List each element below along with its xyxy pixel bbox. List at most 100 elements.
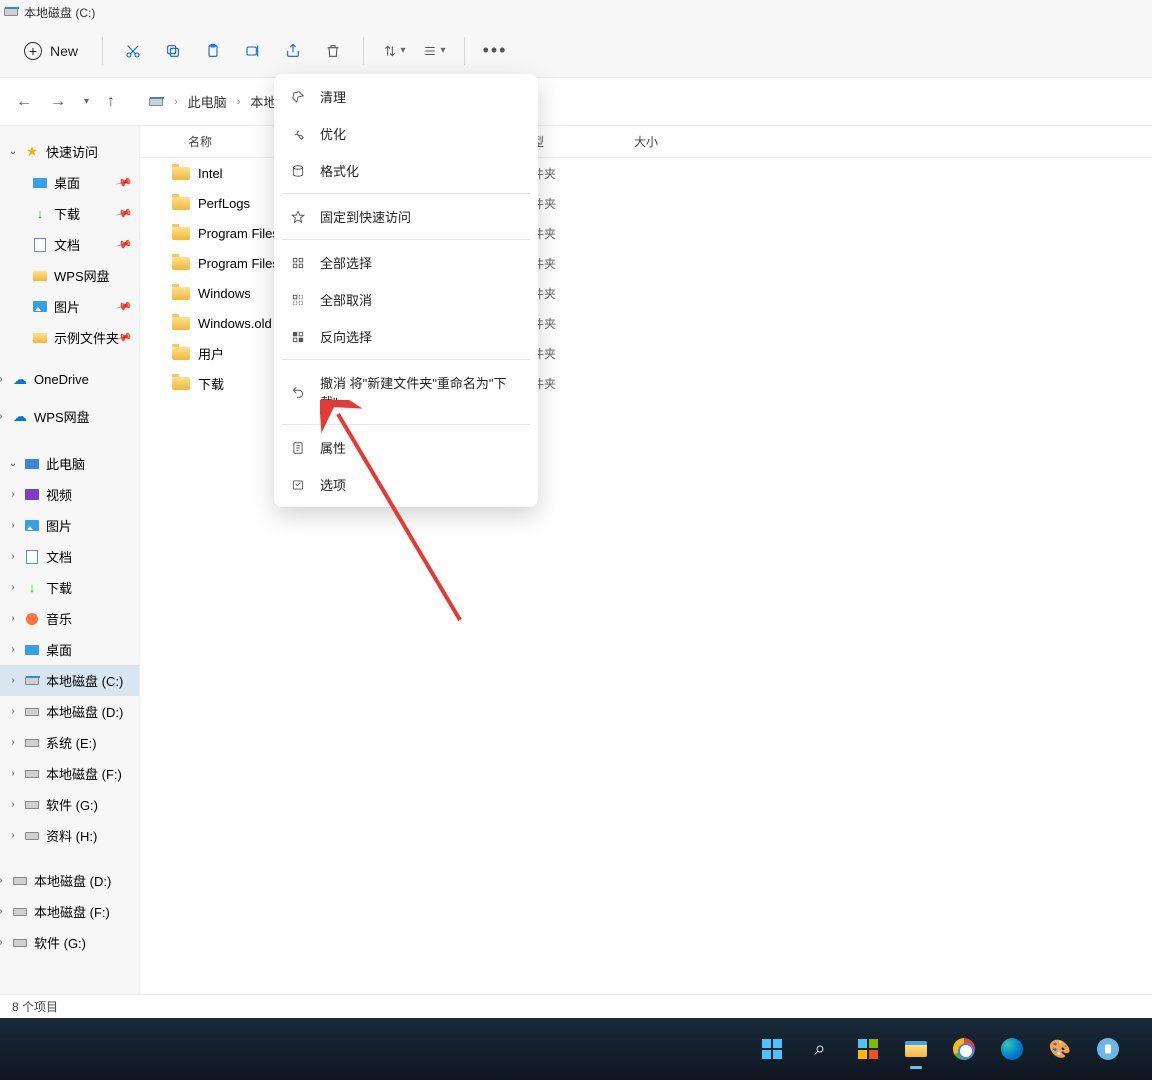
sidebar-item[interactable]: ›本地磁盘 (D:) <box>0 865 139 896</box>
menu-item[interactable]: 格式化 <box>274 152 538 189</box>
sidebar-item[interactable]: ›资料 (H:) <box>0 820 139 851</box>
sidebar-item[interactable]: ›本地磁盘 (F:) <box>0 758 139 789</box>
menu-item[interactable]: 固定到快速访问 <box>274 198 538 235</box>
sidebar-this-pc[interactable]: ⌄ 此电脑 <box>0 448 139 479</box>
up-button[interactable]: ↑ <box>107 93 115 111</box>
sidebar-item[interactable]: ›图片 <box>0 510 139 541</box>
item-icon <box>24 735 40 751</box>
sidebar-onedrive[interactable]: › ☁ OneDrive <box>0 365 139 393</box>
sidebar-item[interactable]: ›文档 <box>0 541 139 572</box>
chevron-right-icon: › <box>8 768 18 779</box>
menu-separator <box>282 239 530 240</box>
sidebar: ⌄ ★ 快速访问 桌面📌↓下载📌文档📌WPS网盘图片📌示例文件夹📌 › ☁ On… <box>0 126 140 994</box>
select-all-icon <box>290 255 306 271</box>
sidebar-item[interactable]: 图片📌 <box>0 291 139 322</box>
widgets-icon <box>858 1039 878 1059</box>
folder-icon <box>172 287 190 300</box>
windows-icon <box>762 1039 782 1059</box>
chevron-down-icon: ▾ <box>441 45 446 56</box>
menu-item[interactable]: 撤消 将"新建文件夹"重命名为"下载" <box>274 364 538 420</box>
more-button[interactable]: ••• <box>477 33 513 69</box>
cloud-icon: ☁ <box>12 409 28 425</box>
sidebar-item[interactable]: ›系统 (E:) <box>0 727 139 758</box>
edge-icon <box>1001 1038 1023 1060</box>
item-icon <box>24 828 40 844</box>
separator <box>363 37 364 65</box>
main-area: ⌄ ★ 快速访问 桌面📌↓下载📌文档📌WPS网盘图片📌示例文件夹📌 › ☁ On… <box>0 126 1152 994</box>
item-label: 软件 (G:) <box>34 933 86 952</box>
taskbar-widgets[interactable] <box>854 1035 882 1063</box>
sidebar-item[interactable]: ↓下载📌 <box>0 198 139 229</box>
back-button[interactable]: ← <box>16 93 32 111</box>
this-pc-label: 此电脑 <box>46 454 85 473</box>
item-label: 下载 <box>46 578 72 597</box>
chevron-down-icon: ▾ <box>401 45 406 56</box>
folder-icon <box>172 227 190 240</box>
menu-item[interactable]: 反向选择 <box>274 318 538 355</box>
item-label: 图片 <box>46 516 72 535</box>
sidebar-item[interactable]: ›视频 <box>0 479 139 510</box>
file-name: Intel <box>198 166 223 181</box>
menu-item[interactable]: 清理 <box>274 78 538 115</box>
taskbar-manager[interactable] <box>1094 1035 1122 1063</box>
sidebar-item[interactable]: 文档📌 <box>0 229 139 260</box>
sidebar-item[interactable]: ›本地磁盘 (C:) <box>0 665 139 696</box>
taskbar-start[interactable] <box>758 1035 786 1063</box>
sidebar-item[interactable]: › ↓ 下载 <box>0 572 139 603</box>
plus-icon: + <box>24 42 42 60</box>
pin-icon: 📌 <box>115 204 133 222</box>
invert-icon <box>290 329 306 345</box>
taskbar-explorer[interactable] <box>902 1035 930 1063</box>
paste-button[interactable] <box>195 33 231 69</box>
share-button[interactable] <box>275 33 311 69</box>
chevron-right-icon: › <box>0 411 6 422</box>
separator <box>102 37 103 65</box>
sidebar-item[interactable]: ›音乐 <box>0 603 139 634</box>
sidebar-item[interactable]: ›本地磁盘 (F:) <box>0 896 139 927</box>
menu-item[interactable]: 优化 <box>274 115 538 152</box>
sidebar-item[interactable]: ›本地磁盘 (D:) <box>0 696 139 727</box>
new-button[interactable]: + New <box>12 36 90 66</box>
column-size[interactable]: 大小 <box>634 133 734 150</box>
item-icon: ↓ <box>24 580 40 596</box>
sidebar-item[interactable]: 示例文件夹📌 <box>0 322 139 353</box>
item-icon <box>32 330 48 346</box>
status-text: 8 个项目 <box>12 998 58 1015</box>
copy-button[interactable] <box>155 33 191 69</box>
menu-item[interactable]: 全部取消 <box>274 281 538 318</box>
broom-icon <box>290 89 306 105</box>
rename-button[interactable] <box>235 33 271 69</box>
pc-icon <box>24 456 40 472</box>
menu-item[interactable]: 全部选择 <box>274 244 538 281</box>
navigation-row: ← → ▾ ↑ › 此电脑 › 本地磁 <box>0 78 1152 126</box>
chevron-right-icon: › <box>8 582 18 593</box>
taskbar-edge[interactable] <box>998 1035 1026 1063</box>
breadcrumb-item[interactable]: 此电脑 <box>188 92 227 111</box>
pin-icon: 📌 <box>115 235 133 253</box>
sort-button[interactable]: ▾ <box>376 33 412 69</box>
sidebar-item[interactable]: ›软件 (G:) <box>0 789 139 820</box>
chevron-right-icon: › <box>0 374 6 385</box>
taskbar-search[interactable]: ⌕ <box>806 1035 834 1063</box>
sidebar-quick-access[interactable]: ⌄ ★ 快速访问 <box>0 136 139 167</box>
chevron-right-icon: › <box>8 799 18 810</box>
recent-dropdown[interactable]: ▾ <box>84 96 89 107</box>
sidebar-item[interactable]: ›软件 (G:) <box>0 927 139 958</box>
sidebar-wps[interactable]: › ☁ WPS网盘 <box>0 401 139 432</box>
item-icon <box>24 673 40 689</box>
more-icon: ••• <box>483 40 508 61</box>
star-outline-icon <box>290 209 306 225</box>
menu-item[interactable]: 属性 <box>274 429 538 466</box>
forward-button[interactable]: → <box>50 93 66 111</box>
cut-button[interactable] <box>115 33 151 69</box>
taskbar-paint[interactable]: 🎨 <box>1046 1035 1074 1063</box>
menu-item[interactable]: 选项 <box>274 466 538 503</box>
sidebar-item[interactable]: 桌面📌 <box>0 167 139 198</box>
delete-button[interactable] <box>315 33 351 69</box>
file-name: 下载 <box>198 374 224 393</box>
item-label: 视频 <box>46 485 72 504</box>
sidebar-item[interactable]: ›桌面 <box>0 634 139 665</box>
taskbar-chrome[interactable] <box>950 1035 978 1063</box>
sidebar-item[interactable]: WPS网盘 <box>0 260 139 291</box>
view-button[interactable]: ▾ <box>416 33 452 69</box>
